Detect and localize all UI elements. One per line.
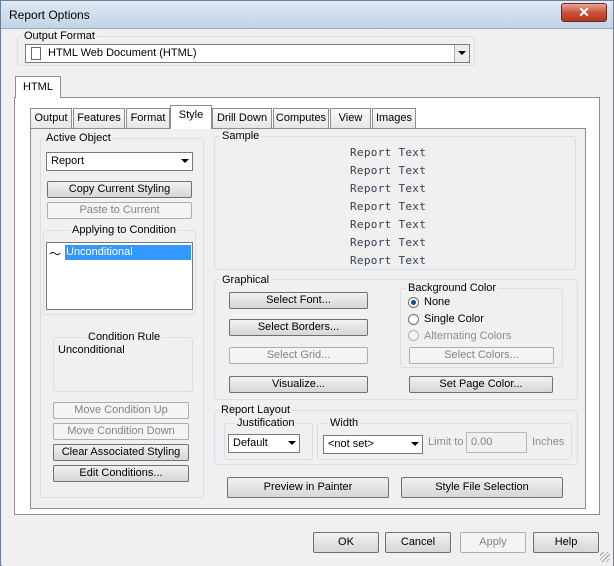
list-item-unconditional[interactable]: Unconditional [64,244,192,261]
tab-output[interactable]: Output [30,108,72,128]
tab-features[interactable]: Features [73,108,125,128]
sample-legend: Sample [220,130,262,142]
edit-conditions-button[interactable]: Edit Conditions... [53,465,189,482]
background-alternating-colors-label[interactable]: Alternating Colors [424,330,511,342]
set-page-color-button[interactable]: Set Page Color... [409,376,553,393]
sample-text-line: Report Text [350,254,427,267]
sample-text-line: Report Text [350,164,427,177]
background-alternating-colors-radio[interactable] [408,330,419,341]
clear-associated-styling-button[interactable]: Clear Associated Styling [53,444,189,461]
active-object-select[interactable]: Report [46,152,193,171]
select-borders-button[interactable]: Select Borders... [229,319,368,336]
condition-rule-value: Unconditional [58,344,125,356]
apply-button[interactable]: Apply [460,532,526,553]
tab-html[interactable]: HTML [15,76,61,98]
graphical-legend: Graphical [220,274,272,286]
active-object-legend: Active Object [44,132,113,144]
active-object-value: Report [51,155,85,167]
background-none-radio[interactable] [408,297,419,308]
limit-to-value: 0.00 [471,436,493,448]
cancel-button[interactable]: Cancel [385,532,451,553]
close-button[interactable]: ✕ [561,3,607,22]
preview-in-painter-button[interactable]: Preview in Painter [227,477,389,498]
tab-drill-down[interactable]: Drill Down [212,108,272,128]
report-layout-legend: Report Layout [219,404,293,416]
condition-list[interactable]: 〜 Unconditional [46,242,193,310]
condition-rule-legend: Condition Rule [86,331,163,343]
sample-text-line: Report Text [350,182,427,195]
justification-value: Default [233,437,268,449]
close-icon: ✕ [578,4,590,20]
move-condition-up-button[interactable]: Move Condition Up [53,402,189,419]
resize-grip-icon[interactable] [600,552,610,562]
limit-to-label: Limit to [428,436,464,448]
sample-text-line: Report Text [350,236,427,249]
select-colors-button[interactable]: Select Colors... [409,347,554,364]
output-format-value: HTML Web Document (HTML) [48,47,197,59]
output-format-dropdown-button[interactable] [454,45,469,62]
background-single-color-label[interactable]: Single Color [424,313,484,325]
justification-select[interactable]: Default [228,434,300,453]
output-format-legend: Output Format [22,30,97,42]
width-value: <not set> [328,438,374,450]
tab-style[interactable]: Style [170,105,212,129]
applying-condition-legend: Applying to Condition [70,224,178,236]
title-bar[interactable]: Report Options ✕ [1,1,613,29]
justification-legend: Justification [235,417,297,429]
output-format-select[interactable]: HTML Web Document (HTML) [25,44,470,63]
condition-icon: 〜 [49,247,62,261]
ok-button[interactable]: OK [313,532,379,553]
limit-to-input[interactable]: 0.00 [466,432,527,453]
style-file-selection-button[interactable]: Style File Selection [401,477,563,498]
background-none-label[interactable]: None [424,296,450,308]
tab-images[interactable]: Images [372,108,416,128]
background-single-color-radio[interactable] [408,314,419,325]
sample-text-line: Report Text [350,146,427,159]
help-button[interactable]: Help [533,532,599,553]
sample-text-line: Report Text [350,200,427,213]
window-title: Report Options [9,8,90,22]
document-icon [31,47,41,60]
select-font-button[interactable]: Select Font... [229,292,368,309]
units-label: Inches [532,436,565,448]
sample-text-line: Report Text [350,218,427,231]
paste-to-current-button[interactable]: Paste to Current [47,202,192,219]
select-grid-button[interactable]: Select Grid... [229,347,368,364]
tab-format[interactable]: Format [126,108,170,128]
copy-current-styling-button[interactable]: Copy Current Styling [47,181,192,198]
background-color-legend: Background Color [406,282,499,294]
tab-computes[interactable]: Computes [273,108,329,128]
tab-view[interactable]: View [330,108,371,128]
visualize-button[interactable]: Visualize... [229,376,368,393]
width-legend: Width [328,417,361,429]
width-select[interactable]: <not set> [323,435,423,454]
move-condition-down-button[interactable]: Move Condition Down [53,423,189,440]
